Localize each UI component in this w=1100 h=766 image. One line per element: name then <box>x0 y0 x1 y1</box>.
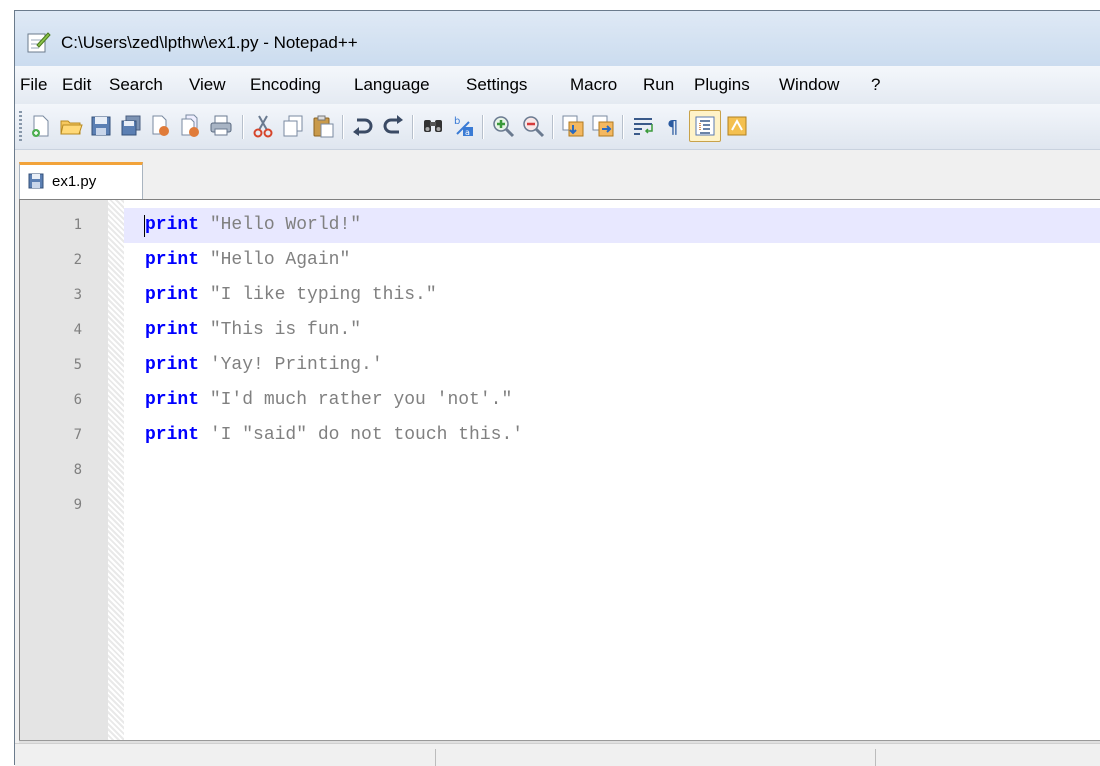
toolbar-separator <box>342 115 344 139</box>
toolbar-grip[interactable] <box>19 111 22 141</box>
tab-bar: ex1.py <box>15 150 1100 202</box>
menu-run[interactable]: Run <box>643 75 674 95</box>
copy-icon[interactable] <box>279 112 307 140</box>
menu-encoding[interactable]: Encoding <box>250 75 321 95</box>
saved-file-icon <box>28 173 44 189</box>
code-area[interactable]: 1 print "Hello World!" 2 print "Hello Ag… <box>74 200 1100 742</box>
menu-plugins[interactable]: Plugins <box>694 75 750 95</box>
print-icon[interactable] <box>207 112 235 140</box>
code-editor[interactable]: 1 print "Hello World!" 2 print "Hello Ag… <box>19 199 1100 743</box>
notepad-app-icon <box>27 32 51 53</box>
fold-margin[interactable] <box>108 200 124 742</box>
svg-text:a: a <box>465 128 470 137</box>
menu-language[interactable]: Language <box>354 75 430 95</box>
line-number: 6 <box>73 392 82 408</box>
show-all-chars-icon[interactable]: ¶ <box>659 112 687 140</box>
code-line[interactable]: 1 print "Hello World!" <box>74 208 1100 243</box>
title-bar[interactable]: C:\Users\zed\lpthw\ex1.py - Notepad++ <box>15 11 1100 66</box>
sync-horizontal-icon[interactable] <box>589 112 617 140</box>
code-line[interactable]: 2 print "Hello Again" <box>74 243 1100 278</box>
window-title: C:\Users\zed\lpthw\ex1.py - Notepad++ <box>61 33 358 52</box>
redo-icon[interactable] <box>379 112 407 140</box>
find-icon[interactable] <box>419 112 447 140</box>
menu-window[interactable]: Window <box>779 75 839 95</box>
open-file-icon[interactable] <box>57 112 85 140</box>
line-number: 5 <box>73 357 82 373</box>
toolbar-separator <box>622 115 624 139</box>
code-line[interactable]: 4 print "This is fun." <box>74 313 1100 348</box>
word-wrap-icon[interactable] <box>629 112 657 140</box>
menu-search[interactable]: Search <box>109 75 163 95</box>
close-all-icon[interactable] <box>177 112 205 140</box>
undo-icon[interactable] <box>349 112 377 140</box>
menu-edit[interactable]: Edit <box>62 75 91 95</box>
code-text: print 'Yay! Printing.' <box>145 355 383 375</box>
code-text: print "I like typing this." <box>145 285 437 305</box>
paste-icon[interactable] <box>309 112 337 140</box>
user-language-icon[interactable] <box>723 112 751 140</box>
line-number: 1 <box>73 217 82 233</box>
new-file-icon[interactable] <box>27 112 55 140</box>
code-text: print 'I "said" do not touch this.' <box>145 425 524 445</box>
close-icon[interactable] <box>147 112 175 140</box>
line-number: 3 <box>73 287 82 303</box>
code-line[interactable]: 7 print 'I "said" do not touch this.' <box>74 418 1100 453</box>
status-bar <box>15 743 1100 766</box>
zoom-out-icon[interactable] <box>519 112 547 140</box>
toolbar-separator <box>552 115 554 139</box>
menu-file[interactable]: File <box>20 75 47 95</box>
replace-icon[interactable]: ba <box>449 112 477 140</box>
cut-icon[interactable] <box>249 112 277 140</box>
menu-help[interactable]: ? <box>871 75 880 95</box>
status-divider <box>875 749 876 766</box>
code-text: print "Hello Again" <box>145 250 351 270</box>
toolbar-separator <box>242 115 244 139</box>
menu-bar: File Edit Search View Encoding Language … <box>15 66 1100 104</box>
toolbar: ba ¶ <box>15 104 1100 150</box>
line-number: 4 <box>73 322 82 338</box>
tab-label: ex1.py <box>52 173 97 190</box>
line-number: 2 <box>73 252 82 268</box>
svg-text:¶: ¶ <box>667 117 678 138</box>
toolbar-separator <box>412 115 414 139</box>
menu-view[interactable]: View <box>189 75 226 95</box>
zoom-in-icon[interactable] <box>489 112 517 140</box>
code-line[interactable]: 8 <box>74 453 1100 488</box>
status-divider <box>435 749 436 766</box>
code-text: print "This is fun." <box>145 320 362 340</box>
code-text: print "I'd much rather you 'not'." <box>145 390 513 410</box>
code-line[interactable]: 6 print "I'd much rather you 'not'." <box>74 383 1100 418</box>
line-number: 8 <box>73 462 82 478</box>
sync-vertical-icon[interactable] <box>559 112 587 140</box>
svg-text:b: b <box>454 116 460 127</box>
code-line[interactable]: 9 <box>74 488 1100 523</box>
indent-guide-icon[interactable] <box>689 110 721 142</box>
tab-ex1-py[interactable]: ex1.py <box>19 162 143 202</box>
line-number: 7 <box>73 427 82 443</box>
menu-macro[interactable]: Macro <box>570 75 617 95</box>
save-icon[interactable] <box>87 112 115 140</box>
save-all-icon[interactable] <box>117 112 145 140</box>
menu-settings[interactable]: Settings <box>466 75 527 95</box>
code-line[interactable]: 5 print 'Yay! Printing.' <box>74 348 1100 383</box>
code-text: print "Hello World!" <box>145 215 362 235</box>
notepadpp-window: C:\Users\zed\lpthw\ex1.py - Notepad++ Fi… <box>14 10 1100 766</box>
code-line[interactable]: 3 print "I like typing this." <box>74 278 1100 313</box>
line-number: 9 <box>73 497 82 513</box>
toolbar-separator <box>482 115 484 139</box>
